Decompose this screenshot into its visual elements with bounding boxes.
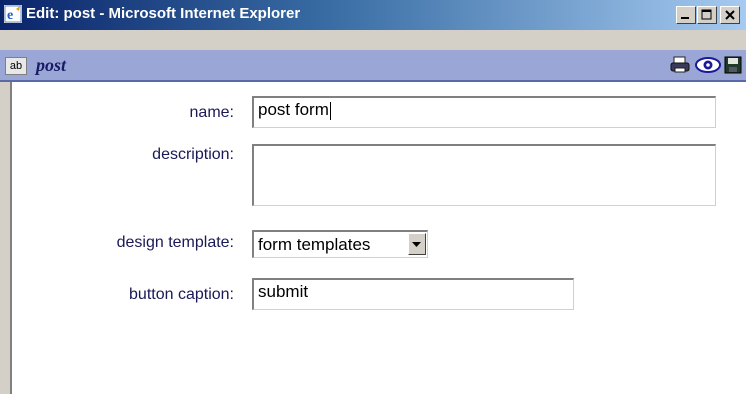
design-template-value: form templates xyxy=(258,235,371,254)
maximize-button[interactable] xyxy=(697,6,717,24)
save-disk-icon[interactable] xyxy=(724,56,742,74)
name-label: name: xyxy=(189,104,234,121)
document-title: post xyxy=(36,55,67,75)
close-icon xyxy=(725,10,735,20)
description-label: description: xyxy=(152,146,234,163)
button-caption-value: submit xyxy=(258,282,309,301)
svg-text:e: e xyxy=(7,8,13,23)
description-textarea[interactable] xyxy=(252,144,716,206)
name-value: post form xyxy=(258,100,329,119)
window-title: Edit: post - Microsoft Internet Explorer xyxy=(26,5,301,22)
title-bar[interactable]: e Edit: post - Microsoft Internet Explor… xyxy=(0,0,746,30)
button-caption-label: button caption: xyxy=(129,286,234,303)
name-input[interactable]: post form xyxy=(252,96,716,128)
text-field-button[interactable]: ab xyxy=(5,57,27,75)
preview-eye-icon[interactable] xyxy=(694,56,722,74)
button-caption-input[interactable]: submit xyxy=(252,278,574,310)
ie-window: e Edit: post - Microsoft Internet Explor… xyxy=(0,0,746,394)
maximize-icon xyxy=(701,9,712,20)
form-content: name: post form description: design temp… xyxy=(10,82,746,394)
minimize-icon xyxy=(681,17,689,19)
design-template-label: design template: xyxy=(116,234,234,251)
design-template-select[interactable]: form templates xyxy=(252,230,428,258)
ie-logo-icon: e xyxy=(4,5,22,23)
dropdown-button[interactable] xyxy=(408,233,426,255)
text-caret xyxy=(329,101,331,120)
close-button[interactable] xyxy=(720,6,740,24)
minimize-button[interactable] xyxy=(676,6,696,24)
editor-toolbar: ab post xyxy=(0,50,746,82)
toolbar-strip xyxy=(0,30,746,50)
chevron-down-icon xyxy=(412,242,421,247)
print-icon[interactable] xyxy=(670,56,690,74)
